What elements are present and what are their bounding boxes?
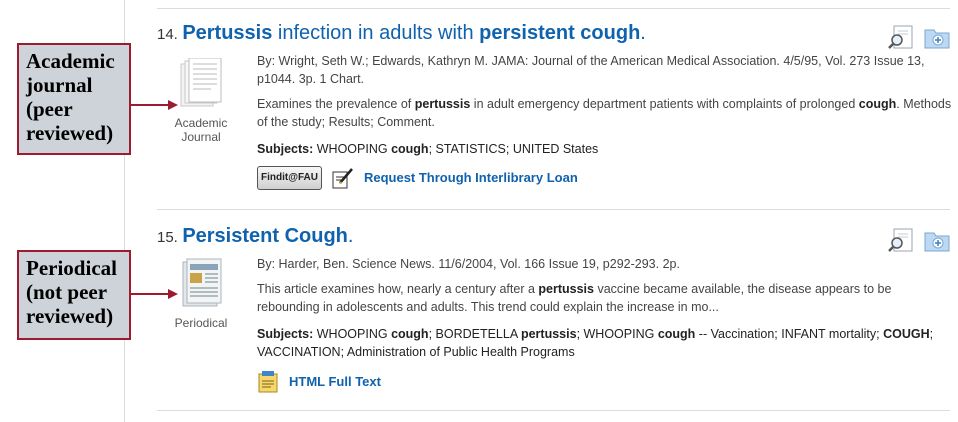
record-actions <box>888 228 950 252</box>
callout-periodical: Periodical (not peer reviewed) <box>17 250 131 340</box>
divider <box>157 410 950 411</box>
record-details: By: Harder, Ben. Science News. 11/6/2004… <box>257 255 955 393</box>
record-title-link[interactable]: Persistent Cough. <box>182 225 353 247</box>
record-title: 14. Pertussis infection in adults with p… <box>157 22 646 45</box>
interlibrary-loan-icon[interactable] <box>332 167 354 189</box>
periodical-icon <box>182 258 222 307</box>
record-abstract: This article examines how, nearly a cent… <box>257 282 892 314</box>
record-links: HTML Full Text <box>257 371 955 393</box>
add-to-folder-icon[interactable] <box>924 228 950 252</box>
divider <box>157 8 950 9</box>
record-subjects: Subjects: WHOOPING cough; STATISTICS; UN… <box>257 142 599 156</box>
record-title: 15. Persistent Cough. <box>157 225 353 248</box>
record-actions <box>888 25 950 49</box>
record-citation: By: Harder, Ben. Science News. 11/6/2004… <box>257 257 680 271</box>
pubtype-periodical: Periodical <box>166 258 236 330</box>
academic-journal-icon <box>180 58 222 107</box>
record-details: By: Wright, Seth W.; Edwards, Kathryn M.… <box>257 52 955 190</box>
pubtype-academic-journal: Academic Journal <box>166 58 236 144</box>
record-citation: By: Wright, Seth W.; Edwards, Kathryn M.… <box>257 54 925 86</box>
record-number: 14. <box>157 26 178 43</box>
result-record: 15. Persistent Cough. Periodical By: Har… <box>157 225 952 400</box>
html-full-text-link[interactable]: HTML Full Text <box>289 373 381 391</box>
result-record: 14. Pertussis infection in adults with p… <box>157 22 952 202</box>
record-number: 15. <box>157 229 178 246</box>
add-to-folder-icon[interactable] <box>924 25 950 49</box>
record-abstract: Examines the prevalence of pertussis in … <box>257 97 952 129</box>
interlibrary-loan-link[interactable]: Request Through Interlibrary Loan <box>364 169 578 187</box>
preview-magnifier-icon[interactable] <box>888 228 914 252</box>
findit-button[interactable]: Findit@FAU <box>257 166 322 190</box>
callout-academic-journal: Academic journal (peer reviewed) <box>17 43 131 155</box>
record-links: Findit@FAU Request Through Interlibrary … <box>257 166 955 190</box>
record-subjects: Subjects: WHOOPING cough; BORDETELLA per… <box>257 327 934 359</box>
record-title-link[interactable]: Pertussis infection in adults with persi… <box>182 22 646 44</box>
html-full-text-icon[interactable] <box>257 371 279 393</box>
preview-magnifier-icon[interactable] <box>888 25 914 49</box>
divider <box>157 209 950 210</box>
